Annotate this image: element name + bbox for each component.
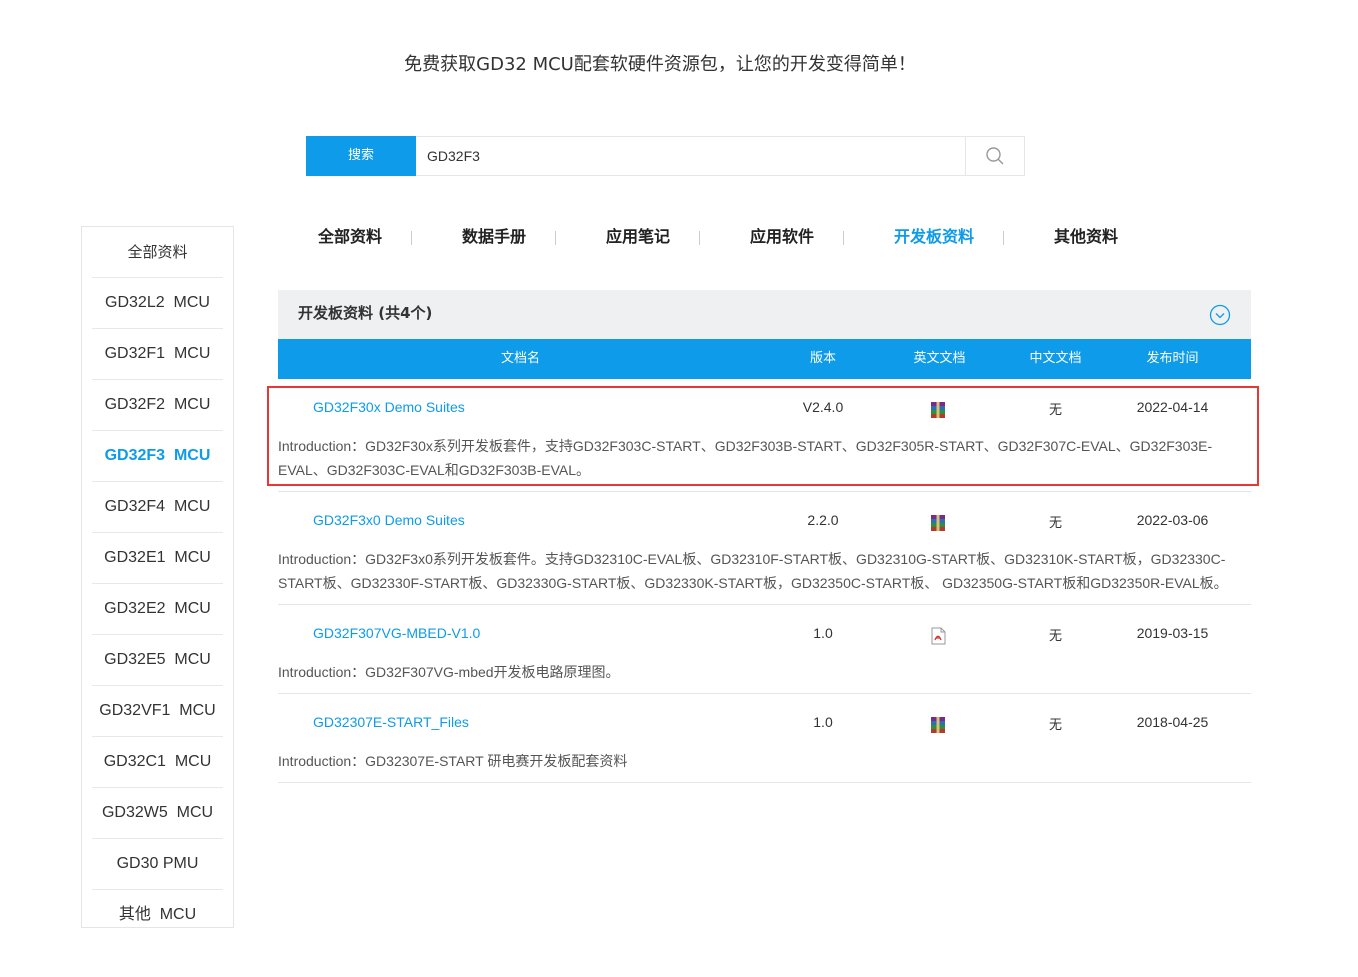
document-link[interactable]: GD32F307VG-MBED-V1.0 bbox=[313, 625, 480, 641]
tab-app-notes[interactable]: 应用笔记 bbox=[606, 222, 670, 252]
header-name: 文档名 bbox=[500, 351, 540, 366]
category-sidebar: 全部资料 GD32L2 MCU GD32F1 MCU GD32F2 MCU GD… bbox=[81, 226, 234, 928]
cn-doc-status: 无 bbox=[1048, 516, 1062, 531]
sidebar-item-gd32f3[interactable]: GD32F3 MCU bbox=[92, 431, 223, 482]
document-link[interactable]: GD32F30x Demo Suites bbox=[313, 399, 465, 415]
release-date: 2019-03-15 bbox=[1136, 625, 1209, 641]
sidebar-item-gd30-pmu[interactable]: GD30 PMU bbox=[92, 839, 223, 890]
table-row: GD32F3x0 Demo Suites 2.2.0 无 2022-03-06 … bbox=[278, 502, 1251, 605]
table-header: 文档名 版本 英文文档 中文文档 发布时间 bbox=[278, 339, 1251, 379]
cn-doc-status: 无 bbox=[1048, 718, 1062, 733]
header-date: 发布时间 bbox=[1146, 351, 1199, 366]
release-date: 2022-04-14 bbox=[1136, 399, 1209, 415]
tab-app-software[interactable]: 应用软件 bbox=[750, 222, 814, 252]
page-tagline: 免费获取GD32 MCU配套软硬件资源包，让您的开发变得简单！ bbox=[404, 54, 916, 75]
section-header: 开发板资料 (共4个) bbox=[278, 290, 1251, 339]
archive-icon[interactable] bbox=[929, 401, 947, 419]
tab-divider bbox=[699, 231, 700, 245]
sidebar-item-gd32f4[interactable]: GD32F4 MCU bbox=[92, 482, 223, 533]
search-icon bbox=[986, 147, 1004, 165]
tab-divider bbox=[843, 231, 844, 245]
table-row: GD32307E-START_Files 1.0 无 2018-04-25 In… bbox=[278, 704, 1251, 783]
document-version: V2.4.0 bbox=[802, 399, 844, 415]
chevron-down-circle-icon[interactable] bbox=[1209, 304, 1231, 326]
archive-icon[interactable] bbox=[929, 514, 947, 532]
sidebar-item-gd32l2[interactable]: GD32L2 MCU bbox=[92, 278, 223, 329]
table-row: GD32F307VG-MBED-V1.0 1.0 无 2019-03-15 In… bbox=[278, 615, 1251, 694]
cn-doc-status: 无 bbox=[1048, 403, 1062, 418]
search-label-button[interactable]: 搜索 bbox=[306, 136, 416, 176]
document-link[interactable]: GD32307E-START_Files bbox=[313, 714, 469, 730]
sidebar-item-gd32e5[interactable]: GD32E5 MCU bbox=[92, 635, 223, 686]
header-cn-doc: 中文文档 bbox=[1029, 351, 1082, 366]
document-introduction: Introduction：GD32F30x系列开发板套件，支持GD32F303C… bbox=[278, 438, 1213, 478]
sidebar-item-other[interactable]: 其他 MCU bbox=[92, 890, 223, 940]
archive-icon[interactable] bbox=[929, 716, 947, 734]
sidebar-item-gd32e1[interactable]: GD32E1 MCU bbox=[92, 533, 223, 584]
search-button[interactable] bbox=[965, 137, 1024, 175]
search-bar: 搜索 bbox=[306, 136, 1025, 176]
header-version: 版本 bbox=[809, 351, 836, 366]
sidebar-item-gd32vf1[interactable]: GD32VF1 MCU bbox=[92, 686, 223, 737]
tab-datasheets[interactable]: 数据手册 bbox=[462, 222, 526, 252]
release-date: 2018-04-25 bbox=[1136, 714, 1209, 730]
document-introduction: Introduction：GD32307E-START 研电赛开发板配套资料 bbox=[278, 753, 628, 769]
document-version: 1.0 bbox=[813, 625, 833, 641]
sidebar-item-gd32f1[interactable]: GD32F1 MCU bbox=[92, 329, 223, 380]
tab-other[interactable]: 其他资料 bbox=[1054, 222, 1118, 252]
search-input[interactable] bbox=[417, 137, 987, 175]
tab-dev-boards[interactable]: 开发板资料 bbox=[894, 222, 974, 252]
cn-doc-status: 无 bbox=[1048, 629, 1062, 644]
document-introduction: Introduction：GD32F3x0系列开发板套件。支持GD32310C-… bbox=[278, 551, 1228, 591]
sidebar-item-gd32c1[interactable]: GD32C1 MCU bbox=[92, 737, 223, 788]
category-tabs: 全部资料 数据手册 应用笔记 应用软件 开发板资料 其他资料 bbox=[0, 222, 1358, 252]
release-date: 2022-03-06 bbox=[1136, 512, 1209, 528]
document-introduction: Introduction：GD32F307VG-mbed开发板电路原理图。 bbox=[278, 664, 620, 680]
table-row: GD32F30x Demo Suites V2.4.0 无 2022-04-14… bbox=[278, 389, 1251, 492]
tab-divider bbox=[411, 231, 412, 245]
sidebar-item-gd32e2[interactable]: GD32E2 MCU bbox=[92, 584, 223, 635]
sidebar-item-gd32w5[interactable]: GD32W5 MCU bbox=[92, 788, 223, 839]
document-link[interactable]: GD32F3x0 Demo Suites bbox=[313, 512, 465, 528]
document-version: 1.0 bbox=[813, 714, 833, 730]
document-version: 2.2.0 bbox=[807, 512, 839, 528]
tab-divider bbox=[1003, 231, 1004, 245]
tab-all[interactable]: 全部资料 bbox=[318, 222, 382, 252]
tab-divider bbox=[555, 231, 556, 245]
sidebar-item-gd32f2[interactable]: GD32F2 MCU bbox=[92, 380, 223, 431]
section-title: 开发板资料 (共4个) bbox=[298, 304, 433, 322]
header-en-doc: 英文文档 bbox=[913, 351, 966, 366]
pdf-icon[interactable] bbox=[929, 627, 947, 645]
